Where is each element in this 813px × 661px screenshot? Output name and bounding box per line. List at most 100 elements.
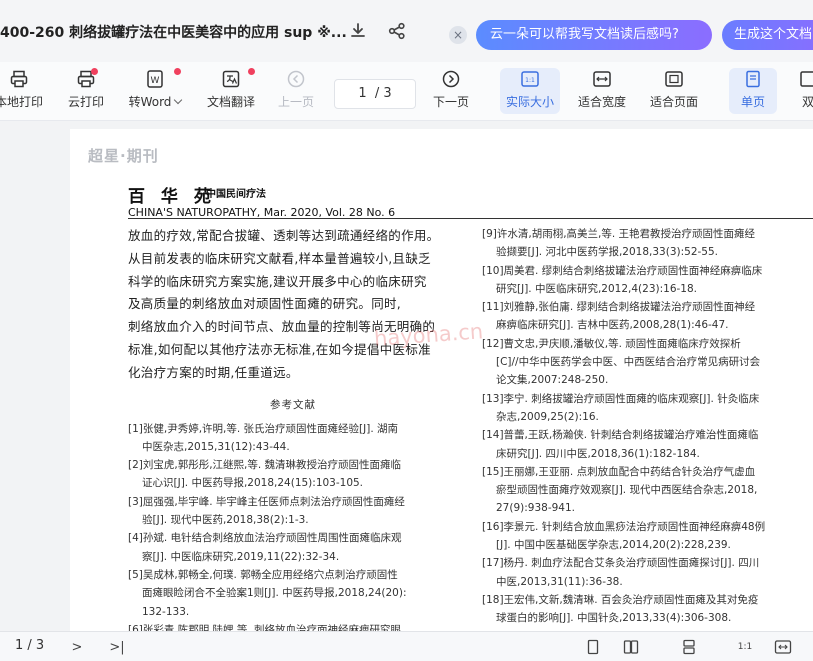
reference-line: [2]刘宝虎,郭彤彤,江继熙,等. 魏清琳教授治疗顽固性面瘫临 xyxy=(128,459,402,472)
reference-line: 中医杂志,2015,31(12):43-44. xyxy=(142,440,290,453)
word-icon: W xyxy=(144,68,166,90)
single-page-view-icon[interactable] xyxy=(582,636,604,658)
fit-width-label: 适合宽度 xyxy=(577,95,626,109)
actual-size-label: 实际大小 xyxy=(505,95,554,109)
document-title: 400-260 刺络拔罐疗法在中医美容中的应用 sup ※... xyxy=(0,25,347,41)
local-print-label: 本地打印 xyxy=(0,95,43,109)
continuous-scroll-icon[interactable] xyxy=(678,636,700,658)
double-page-label: 双 xyxy=(801,95,813,109)
fit-width-status-icon[interactable] xyxy=(772,636,794,658)
title-bar: 400-260 刺络拔罐疗法在中医美容中的应用 sup ※... × 云一朵可以… xyxy=(0,0,813,62)
brand-header: 超星·期刊 xyxy=(88,147,159,165)
single-page-button[interactable]: 单页 xyxy=(729,68,777,114)
notification-dot xyxy=(91,68,98,75)
reference-line: [15]王丽娜,王亚丽. 点刺放血配合中药结合针灸治疗气虚血 xyxy=(482,465,756,478)
fit-width-button[interactable]: 适合宽度 xyxy=(574,68,630,114)
reference-line: [10]周美君. 缪刺结合刺络拔罐法治疗顽固性面神经麻痹临床 xyxy=(482,264,763,277)
page-indicator: 1 / 3 xyxy=(15,638,45,653)
download-icon[interactable] xyxy=(345,18,371,44)
reference-line: 察[J]. 中医临床研究,2019,11(22):32-34. xyxy=(142,550,340,563)
next-page-label: 下一页 xyxy=(432,95,469,109)
status-bar: 1 / 3 > >| 1:1 xyxy=(0,631,813,661)
notification-dot xyxy=(174,68,181,75)
journal-subtitle: 中国民间疗法 xyxy=(206,189,266,200)
cloud-print-button[interactable]: 云打印 xyxy=(64,68,108,114)
reference-line: [11]刘雅静,张伯庸. 缪刺结合刺络拔罐法治疗顽固性面神经 xyxy=(482,301,756,314)
previous-page-button[interactable]: 上一页 xyxy=(276,68,316,114)
reference-line: [3]屈强强,毕宇峰. 毕宇峰主任医师点刺法治疗顽固性面瘫经 xyxy=(128,495,405,508)
reference-line: 床研究[J]. 四川中医,2018,36(1):182-184. xyxy=(496,447,700,460)
single-page-icon xyxy=(742,68,764,90)
reference-line: 27(9):938-941. xyxy=(496,502,575,515)
actual-size-icon-text: 1:1 xyxy=(525,77,535,84)
document-translate-button[interactable]: 文档翻译 xyxy=(204,68,258,114)
convert-word-label: 转Word xyxy=(129,93,183,110)
references-heading: 参考文献 xyxy=(270,398,316,411)
reference-line: 验[J]. 现代中医药,2018,38(2):1-3. xyxy=(142,514,309,527)
body-line: 科学的临床研究方案实施,建议开展多中心的临床研究 xyxy=(128,273,427,289)
fit-width-icon xyxy=(591,68,613,90)
document-translate-label: 文档翻译 xyxy=(206,95,255,109)
double-page-button[interactable]: 双 xyxy=(796,68,813,114)
ai-assistant-prompt-button[interactable]: 云一朵可以帮我写文档读后感吗? xyxy=(476,20,712,50)
toolbar: 本地打印 云打印 W 转Word 文档翻译 上一页 1 / 3 下一页 1:1 … xyxy=(0,62,813,121)
reference-line: [9]许水清,胡雨栩,高美兰,等. 王艳君教授治疗顽固性面瘫经 xyxy=(482,228,756,240)
reference-line: [12]曹文忠,尹庆顺,潘敏仪,等. 顽固性面瘫临床疗效探析 xyxy=(482,337,741,350)
next-page-icon[interactable]: > xyxy=(66,636,88,658)
last-page-icon[interactable]: >| xyxy=(106,636,128,658)
fit-page-label: 适合页面 xyxy=(649,95,698,109)
double-page-icon xyxy=(797,68,813,90)
share-icon[interactable] xyxy=(384,18,410,44)
cloud-print-label: 云打印 xyxy=(67,95,104,109)
document-viewport[interactable]: 超星·期刊 百 华 苑 中国民间疗法 CHINA'S NATUROPATHY, … xyxy=(0,121,813,631)
total-pages: / 3 xyxy=(374,86,392,101)
reference-line: 研究[J]. 中医临床研究,2012,4(23):16-18. xyxy=(496,282,697,295)
translate-icon xyxy=(220,68,242,90)
reference-line: [16]李景元. 针刺结合放血黑痧法治疗顽固性面神经麻痹48例 xyxy=(482,520,766,533)
actual-size-status-icon[interactable]: 1:1 xyxy=(734,636,756,658)
reference-line: [13]李宁. 刺络拔罐治疗顽固性面瘫的临床观察[J]. 针灸临床 xyxy=(482,392,760,405)
right-column: [9]许水清,胡雨栩,高美兰,等. 王艳君教授治疗顽固性面瘫经验撷要[J]. 河… xyxy=(482,225,813,628)
page-number-input[interactable]: 1 / 3 xyxy=(334,79,416,109)
fit-page-icon xyxy=(663,68,685,90)
local-print-button[interactable]: 本地打印 xyxy=(0,68,44,114)
document-page: 超星·期刊 百 华 苑 中国民间疗法 CHINA'S NATUROPATHY, … xyxy=(70,129,813,631)
notification-dot xyxy=(248,68,255,75)
current-page: 1 xyxy=(358,86,367,101)
chevron-down-icon xyxy=(174,95,183,105)
journal-name: 百 华 苑 xyxy=(128,187,216,207)
reference-line: 论文集,2007:248-250. xyxy=(496,374,609,387)
right-references: [9]许水清,胡雨栩,高美兰,等. 王艳君教授治疗顽固性面瘫经验撷要[J]. 河… xyxy=(482,225,813,628)
previous-page-label: 上一页 xyxy=(277,95,314,109)
word-icon-letter: W xyxy=(151,76,160,86)
reference-line: 132-133. xyxy=(142,605,190,618)
single-page-label: 单页 xyxy=(740,95,765,109)
body-line: 放血的疗效,常配合拔罐、透刺等达到疏通经络的作用。 xyxy=(128,228,440,243)
reference-line: [1]张健,尹秀婷,许明,等. 张氏治疗顽固性面瘫经验[J]. 湖南 xyxy=(128,422,399,435)
body-line: 化治疗方案的时期,任重道远。 xyxy=(128,364,299,380)
close-icon[interactable]: × xyxy=(449,26,467,44)
reference-line: 球蛋白的影响[J]. 中国针灸,2013,33(4):306-308. xyxy=(496,612,732,625)
actual-size-button[interactable]: 1:1 实际大小 xyxy=(500,68,560,114)
reference-line: 杂志,2009,25(2):16. xyxy=(496,410,599,423)
reference-line: [5]吴成林,郭畅全,何璞. 郭畅全应用经络穴点刺治疗顽固性 xyxy=(128,568,398,581)
left-column: 放血的疗效,常配合拔罐、透刺等达到疏通经络的作用。 从目前发表的临床研究文献看,样… xyxy=(128,225,458,631)
printer-icon xyxy=(8,68,30,90)
fit-page-button[interactable]: 适合页面 xyxy=(646,68,702,114)
reference-line: [C]//中华中医药学会中医、中西医结合治疗常见病研讨会 xyxy=(496,356,761,369)
body-text: 放血的疗效,常配合拔罐、透刺等达到疏通经络的作用。 从目前发表的临床研究文献看,样… xyxy=(128,225,458,385)
reference-line: 证心识[J]. 中医药导报,2018,24(15):103-105. xyxy=(142,477,364,490)
generate-document-button[interactable]: 生成这个文档 xyxy=(722,20,813,50)
next-page-button[interactable]: 下一页 xyxy=(430,68,472,114)
reference-line: 麻痹临床研究[J]. 吉林中医药,2008,28(1):46-47. xyxy=(496,319,729,332)
reference-line: 中医,2013,31(11):36-38. xyxy=(496,575,623,588)
reference-line: [17]杨丹. 刺血疗法配合艾条灸治疗顽固性面瘫探讨[J]. 四川 xyxy=(482,557,760,570)
reference-line: [4]孙斌. 电针结合刺络放血法治疗顽固性周围性面瘫临床观 xyxy=(128,532,402,545)
reference-line: 验撷要[J]. 河北中医药学报,2018,33(3):52-55. xyxy=(496,246,718,259)
arrow-right-circle-icon xyxy=(440,68,462,90)
double-page-view-icon[interactable] xyxy=(620,636,642,658)
convert-word-button[interactable]: W 转Word xyxy=(124,68,186,114)
reference-line: [14]普蕾,王跃,杨瀚侠. 针刺结合刺络拔罐治疗难治性面瘫临 xyxy=(482,429,759,442)
reference-line: [6]张彩青,陈郡明,陆娌,等. 刺络放血治疗面神经麻痹研究眼 xyxy=(128,623,402,631)
reference-line: [J]. 中国中医基础医学杂志,2014,20(2):228,239. xyxy=(496,539,731,552)
